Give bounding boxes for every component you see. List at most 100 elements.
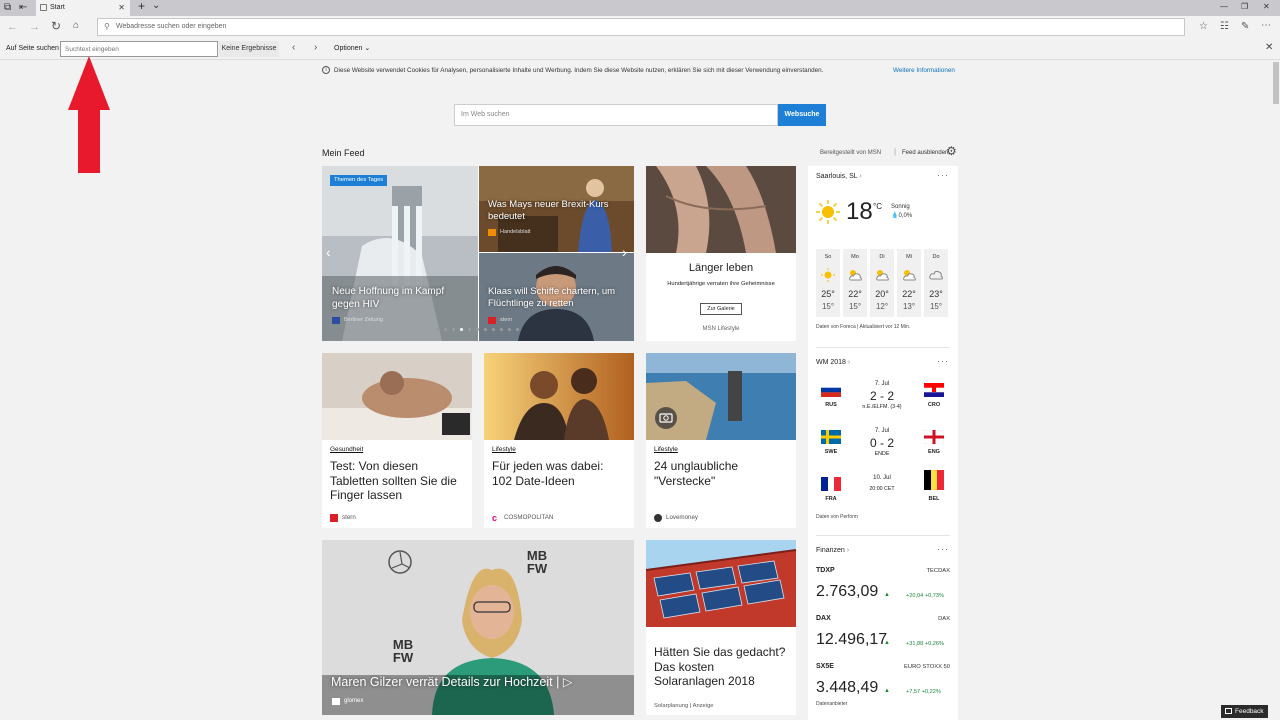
forecast-day[interactable]: Mo 22° 15°: [843, 249, 867, 317]
article-card[interactable]: Lifestyle 24 unglaubliche "Verstecke" Lo…: [646, 353, 796, 528]
carousel-dot[interactable]: [476, 328, 479, 331]
star-icon[interactable]: ☆: [1199, 21, 1208, 33]
refresh-icon[interactable]: ↻: [51, 20, 61, 32]
forward-icon[interactable]: →: [29, 21, 40, 33]
address-bar[interactable]: ⚲ Webadresse suchen oder eingeben: [97, 18, 1185, 36]
weather-more-icon[interactable]: ···: [937, 170, 949, 180]
wm-more-icon[interactable]: ···: [937, 356, 949, 366]
stock-value: 2.763,09: [816, 583, 879, 600]
stock-change: +7,57 +0,22%: [906, 689, 941, 695]
tab-close-icon[interactable]: ✕: [118, 0, 125, 16]
tab-start[interactable]: Start ✕: [36, 0, 130, 16]
article-category[interactable]: Lifestyle: [654, 446, 678, 454]
temp-unit[interactable]: °C: [873, 202, 882, 212]
article-category[interactable]: Lifestyle: [492, 446, 516, 454]
carousel-dot[interactable]: [484, 328, 487, 331]
scrollbar[interactable]: [1272, 60, 1280, 720]
article-title[interactable]: Für jeden was dabei: 102 Date-Ideen: [492, 459, 626, 488]
article-category[interactable]: Gesundheit: [330, 446, 363, 454]
article-card[interactable]: Gesundheit Test: Von diesen Tabletten so…: [322, 353, 472, 528]
article-title[interactable]: Test: Von diesen Tabletten sollten Sie d…: [330, 459, 464, 503]
carousel-top-title[interactable]: Was Mays neuer Brexit-Kurs bedeutet: [488, 199, 628, 223]
back-icon[interactable]: ←: [7, 21, 18, 33]
carousel-dot[interactable]: [508, 328, 511, 331]
scrollbar-thumb[interactable]: [1273, 62, 1279, 104]
find-previous-icon[interactable]: ‹: [292, 43, 295, 53]
home-icon[interactable]: ⌂: [73, 20, 79, 32]
source-label: Lovemoney: [666, 514, 698, 521]
gear-icon[interactable]: ⚙: [946, 145, 957, 158]
wm-header[interactable]: WM 2018 ›: [816, 358, 850, 367]
tab-manager-icon[interactable]: ⧉: [4, 2, 11, 14]
forecast-day[interactable]: Do 23° 15°: [924, 249, 948, 317]
up-arrow-icon: ▲: [884, 688, 890, 694]
source-label: COSMOPOLITAN: [504, 514, 554, 521]
source-label: stern: [500, 317, 513, 323]
finance-more-icon[interactable]: ···: [937, 544, 949, 554]
window-close-button[interactable]: ✕: [1263, 1, 1270, 13]
more-icon[interactable]: ⋯: [1261, 20, 1271, 32]
forecast-day-label: So: [824, 254, 832, 260]
carousel-dot[interactable]: [492, 328, 495, 331]
hide-feed-link[interactable]: Feed ausblenden: [902, 149, 948, 157]
carousel-next-icon[interactable]: ›: [622, 244, 627, 260]
favorites-icon[interactable]: ☷: [1220, 21, 1229, 33]
carousel-prev-icon[interactable]: ‹: [326, 244, 331, 260]
berliner-zeitung-logo: [332, 317, 340, 324]
stock-exchange: EURO STOXX 50: [904, 664, 950, 670]
find-options-label: Optionen: [334, 45, 363, 52]
mbfw-line: FW: [526, 561, 548, 576]
find-close-icon[interactable]: ✕: [1265, 42, 1273, 53]
feedback-button[interactable]: Feedback: [1221, 705, 1268, 718]
find-input[interactable]: [60, 41, 218, 57]
top-stories-carousel[interactable]: Themen des Tages Neue Hoffnung im Kampf …: [322, 166, 634, 341]
topics-badge: Themen des Tages: [330, 175, 388, 186]
carousel-dot[interactable]: [468, 328, 471, 331]
article-card[interactable]: Lifestyle Für jeden was dabei: 102 Date-…: [484, 353, 634, 528]
gallery-card[interactable]: Länger leben Hundertjährige verraten ihr…: [646, 166, 796, 341]
red-arrow-annotation: [68, 56, 110, 173]
find-options-button[interactable]: Optionen ⌄: [334, 44, 370, 54]
forecast-day-label: Do: [932, 254, 940, 260]
away-team: ENG: [928, 449, 940, 455]
ad-title[interactable]: Hätten Sie das gedacht? Das kosten Solar…: [654, 645, 788, 689]
weather-location[interactable]: Saarlouis, SL ›: [816, 172, 862, 181]
web-search-input[interactable]: Im Web suchen: [454, 104, 778, 126]
finance-header[interactable]: Finanzen ›: [816, 546, 849, 555]
video-title[interactable]: Maren Gilzer verrät Details zur Hochzeit…: [331, 675, 572, 690]
carousel-dot[interactable]: [452, 328, 455, 331]
pen-icon[interactable]: ✎: [1241, 21, 1249, 33]
carousel-bottom-title[interactable]: Klaas will Schiffe chartern, um Flüchtli…: [488, 286, 628, 310]
web-search-button[interactable]: Websuche: [778, 104, 826, 126]
new-tab-button[interactable]: +: [138, 0, 145, 12]
flag-icon: [924, 470, 944, 490]
feedback-label: Feedback: [1235, 708, 1264, 715]
carousel-dot[interactable]: [436, 328, 439, 331]
ad-card[interactable]: Hätten Sie das gedacht? Das kosten Solar…: [646, 540, 796, 715]
forecast-day[interactable]: Mi 22° 13°: [897, 249, 921, 317]
carousel-main-source: Berliner Zeitung: [332, 317, 383, 324]
cookie-more-link[interactable]: Weitere Informationen: [893, 67, 955, 75]
forecast-high: 22°: [902, 289, 916, 299]
forecast-day[interactable]: So 25° 15°: [816, 249, 840, 317]
gallery-button[interactable]: Zur Galerie: [700, 303, 742, 315]
carousel-dot[interactable]: [516, 328, 519, 331]
source-label: stern: [342, 514, 356, 521]
carousel-main-title[interactable]: Neue Hoffnung im Kampf gegen HIV: [332, 286, 472, 311]
article-title[interactable]: 24 unglaubliche "Verstecke": [654, 459, 788, 488]
find-next-icon[interactable]: ›: [314, 43, 317, 53]
tab-favicon-icon: [40, 4, 47, 11]
tab-list-button[interactable]: ⌄: [152, 0, 160, 12]
minimize-button[interactable]: —: [1220, 1, 1228, 13]
article-image: [484, 353, 634, 440]
carousel-dot[interactable]: [500, 328, 503, 331]
carousel-dot[interactable]: [444, 328, 447, 331]
forecast-low: 15°: [929, 302, 943, 311]
stock-change: +31,88 +0,26%: [906, 641, 944, 647]
tab-preview-icon[interactable]: ⇤: [19, 2, 27, 14]
video-story-card[interactable]: MB FW MB FW Maren Gilzer verrät Details zu…: [322, 540, 634, 715]
carousel-dot[interactable]: [460, 328, 463, 331]
forecast-day[interactable]: Di 20° 12°: [870, 249, 894, 317]
forecast-low: 13°: [902, 302, 916, 311]
maximize-button[interactable]: ❐: [1241, 1, 1248, 13]
